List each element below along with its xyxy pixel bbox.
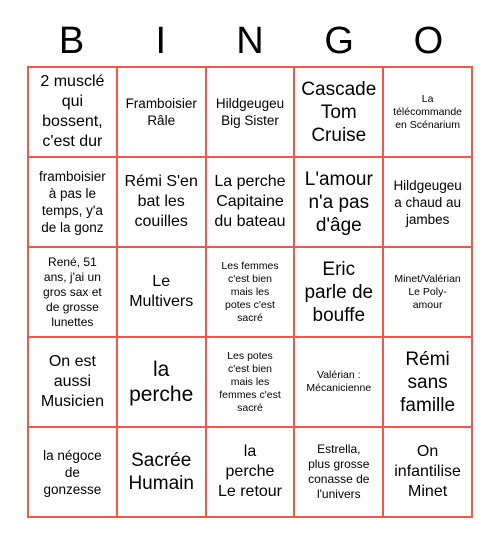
bingo-header-letter-b: B xyxy=(58,20,85,62)
bingo-cell-text: Cascade Tom Cruise xyxy=(301,78,377,146)
bingo-grid: 2 musclé qui bossent, c'est dur Framboisi… xyxy=(27,66,473,518)
bingo-cell-text: On infantilise Minet xyxy=(394,443,461,500)
bingo-cell-text: L'amour n'a pas d'âge xyxy=(304,168,373,236)
bingo-cell-text: la perche Le retour xyxy=(217,443,283,500)
bingo-header-letter-o: O xyxy=(413,20,444,62)
bingo-cell-r2c2[interactable]: Rémi S'en bat les couilles xyxy=(117,158,207,248)
bingo-cell-text: La télécommande en Scénarium xyxy=(393,92,463,131)
bingo-cell-r1c5[interactable]: La télécommande en Scénarium xyxy=(384,68,473,158)
bingo-cell-text: Hildgeugeu Big Sister xyxy=(215,96,285,128)
bingo-card: B I N G O 2 musclé qui bossent, c'est du… xyxy=(0,0,500,544)
bingo-cell-text: framboisier à pas le temps, y'a de la go… xyxy=(39,169,106,235)
bingo-cell-text: Estrella, plus grosse conasse de l'unive… xyxy=(308,442,370,501)
bingo-cell-text: Les femmes c'est bien mais les potes c'e… xyxy=(221,259,279,324)
bingo-cell-r4c3[interactable]: Les potes c'est bien mais les femmes c'e… xyxy=(206,338,296,428)
bingo-cell-r4c1[interactable]: On est aussi Musicien xyxy=(29,338,118,428)
bingo-header-row: B I N G O xyxy=(27,16,473,66)
bingo-header-letter-i: I xyxy=(155,20,167,62)
bingo-cell-r2c4[interactable]: L'amour n'a pas d'âge xyxy=(295,158,385,248)
bingo-cell-text: la perche xyxy=(129,358,194,406)
bingo-cell-text: la négoce de gonzesse xyxy=(43,447,102,497)
bingo-cell-r5c4[interactable]: Estrella, plus grosse conasse de l'unive… xyxy=(295,428,385,518)
bingo-cell-r4c4[interactable]: Valérian : Mécanicienne xyxy=(295,338,385,428)
bingo-cell-text: Le Multivers xyxy=(129,273,194,310)
bingo-cell-text: Hildgeugeu a chaud au jambes xyxy=(393,177,462,227)
bingo-cell-text: La perche Capitaine du bateau xyxy=(214,173,286,230)
bingo-cell-r2c1[interactable]: framboisier à pas le temps, y'a de la go… xyxy=(29,158,118,248)
bingo-cell-r4c5[interactable]: Rémi sans famille xyxy=(384,338,473,428)
bingo-cell-r1c4[interactable]: Cascade Tom Cruise xyxy=(295,68,385,158)
bingo-cell-r5c5[interactable]: On infantilise Minet xyxy=(384,428,473,518)
bingo-cell-text: Framboisier Râle xyxy=(125,96,197,128)
bingo-header-letter-n: N xyxy=(236,20,264,62)
bingo-cell-r2c5[interactable]: Hildgeugeu a chaud au jambes xyxy=(384,158,473,248)
bingo-cell-text: Sacrée Humain xyxy=(128,450,194,494)
bingo-header-letter-g: G xyxy=(324,20,354,62)
bingo-cell-text: René, 51 ans, j'ai un gros sax et de gro… xyxy=(43,254,102,329)
bingo-cell-text: Valérian : Mécanicienne xyxy=(306,369,372,394)
bingo-cell-r4c2[interactable]: la perche xyxy=(117,338,207,428)
bingo-cell-text: Les potes c'est bien mais les femmes c'e… xyxy=(219,349,281,414)
bingo-cell-text: Rémi sans famille xyxy=(400,348,456,416)
bingo-cell-r5c3[interactable]: la perche Le retour xyxy=(206,428,296,518)
bingo-cell-r1c3[interactable]: Hildgeugeu Big Sister xyxy=(206,68,296,158)
bingo-cell-r5c1[interactable]: la négoce de gonzesse xyxy=(29,428,118,518)
bingo-cell-r3c1[interactable]: René, 51 ans, j'ai un gros sax et de gro… xyxy=(29,248,118,338)
bingo-cell-text: Rémi S'en bat les couilles xyxy=(124,173,198,230)
bingo-cell-r3c3[interactable]: Les femmes c'est bien mais les potes c'e… xyxy=(206,248,296,338)
bingo-cell-r5c2[interactable]: Sacrée Humain xyxy=(117,428,207,518)
bingo-cell-r1c2[interactable]: Framboisier Râle xyxy=(117,68,207,158)
bingo-cell-r1c1[interactable]: 2 musclé qui bossent, c'est dur xyxy=(29,68,118,158)
bingo-cell-text: Minet/Valérian Le Poly- amour xyxy=(394,272,461,311)
bingo-cell-text: 2 musclé qui bossent, c'est dur xyxy=(40,73,105,150)
bingo-cell-text: Eric parle de bouffe xyxy=(304,258,374,326)
bingo-cell-text: On est aussi Musicien xyxy=(40,353,104,410)
bingo-cell-r3c5[interactable]: Minet/Valérian Le Poly- amour xyxy=(384,248,473,338)
bingo-cell-r2c3[interactable]: La perche Capitaine du bateau xyxy=(206,158,296,248)
bingo-cell-r3c4[interactable]: Eric parle de bouffe xyxy=(295,248,385,338)
bingo-cell-r3c2[interactable]: Le Multivers xyxy=(117,248,207,338)
